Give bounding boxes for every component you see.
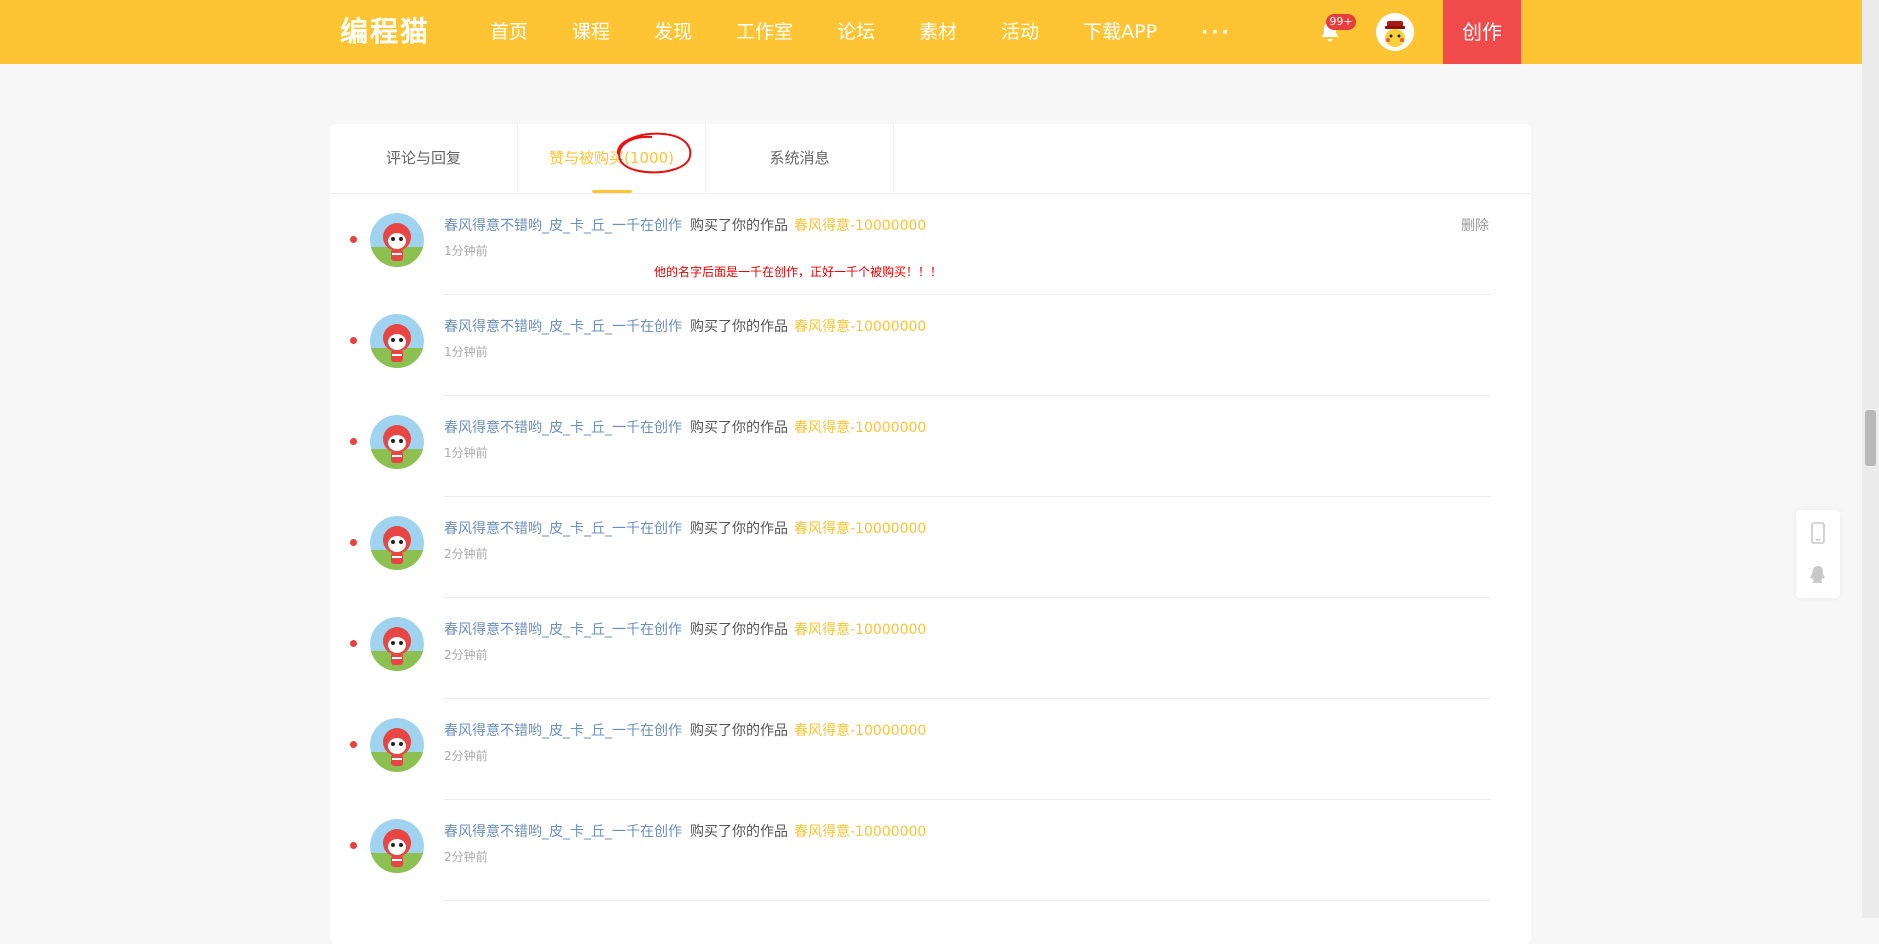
message-time: 1分钟前 xyxy=(444,244,488,258)
work-link[interactable]: 春风得意-10000000 xyxy=(794,824,926,840)
nav-discover[interactable]: 发现 xyxy=(654,0,692,64)
cat-avatar-icon xyxy=(370,718,424,772)
message-time: 1分钟前 xyxy=(444,446,488,460)
work-link[interactable]: 春风得意-10000000 xyxy=(794,622,926,638)
message-line: 春风得意不错哟_皮_卡_丘_一千在创作 购买了你的作品 春风得意-10000000 xyxy=(444,720,926,740)
list-item: 春风得意不错哟_皮_卡_丘_一千在创作 购买了你的作品 春风得意-10000000 … xyxy=(330,396,1531,497)
top-header: 编程猫 首页 课程 发现 工作室 论坛 素材 活动 下载APP ··· 99+ … xyxy=(0,0,1862,64)
sender-avatar[interactable] xyxy=(370,213,424,267)
list-item: 春风得意不错哟_皮_卡_丘_一千在创作 购买了你的作品 春风得意-10000000 … xyxy=(330,800,1531,901)
sender-name-link[interactable]: 春风得意不错哟_皮_卡_丘_一千在创作 xyxy=(444,723,682,739)
sender-avatar[interactable] xyxy=(370,718,424,772)
unread-dot xyxy=(350,640,357,647)
nav-home[interactable]: 首页 xyxy=(490,0,528,64)
tab-comments-replies[interactable]: 评论与回复 xyxy=(330,124,518,193)
message-time: 2分钟前 xyxy=(444,648,488,662)
cat-avatar-icon xyxy=(370,819,424,873)
message-action: 购买了你的作品 xyxy=(690,420,788,436)
cat-avatar-icon xyxy=(370,314,424,368)
message-line: 春风得意不错哟_皮_卡_丘_一千在创作 购买了你的作品 春风得意-10000000 xyxy=(444,215,926,235)
mobile-icon[interactable] xyxy=(1808,522,1828,544)
unread-dot xyxy=(350,741,357,748)
sender-avatar[interactable] xyxy=(370,314,424,368)
message-action: 购买了你的作品 xyxy=(690,723,788,739)
create-button[interactable]: 创作 xyxy=(1443,0,1521,64)
nav-materials[interactable]: 素材 xyxy=(919,0,957,64)
work-link[interactable]: 春风得意-10000000 xyxy=(794,218,926,234)
sender-name-link[interactable]: 春风得意不错哟_皮_卡_丘_一千在创作 xyxy=(444,420,682,436)
sender-avatar[interactable] xyxy=(370,415,424,469)
unread-dot xyxy=(350,842,357,849)
unread-dot xyxy=(350,236,357,243)
divider xyxy=(444,900,1491,901)
unread-dot xyxy=(350,337,357,344)
notification-badge: 99+ xyxy=(1326,14,1356,30)
message-line: 春风得意不错哟_皮_卡_丘_一千在创作 购买了你的作品 春风得意-10000000 xyxy=(444,316,926,336)
nav-studio[interactable]: 工作室 xyxy=(736,0,793,64)
sender-name-link[interactable]: 春风得意不错哟_皮_卡_丘_一千在创作 xyxy=(444,319,682,335)
message-time: 2分钟前 xyxy=(444,749,488,763)
work-link[interactable]: 春风得意-10000000 xyxy=(794,319,926,335)
qq-icon[interactable] xyxy=(1808,564,1828,586)
nav-events[interactable]: 活动 xyxy=(1001,0,1039,64)
user-avatar[interactable] xyxy=(1376,13,1414,51)
work-link[interactable]: 春风得意-10000000 xyxy=(794,420,926,436)
sender-name-link[interactable]: 春风得意不错哟_皮_卡_丘_一千在创作 xyxy=(444,521,682,537)
message-action: 购买了你的作品 xyxy=(690,824,788,840)
message-action: 购买了你的作品 xyxy=(690,218,788,234)
unread-dot xyxy=(350,539,357,546)
message-line: 春风得意不错哟_皮_卡_丘_一千在创作 购买了你的作品 春风得意-10000000 xyxy=(444,417,926,437)
sender-avatar[interactable] xyxy=(370,819,424,873)
nav-download-app[interactable]: 下载APP xyxy=(1083,0,1157,64)
list-item: 春风得意不错哟_皮_卡_丘_一千在创作 购买了你的作品 春风得意-10000000 … xyxy=(330,699,1531,800)
message-action: 购买了你的作品 xyxy=(690,521,788,537)
pikachu-avatar-icon xyxy=(1376,13,1414,51)
site-logo[interactable]: 编程猫 xyxy=(340,12,430,52)
work-link[interactable]: 春风得意-10000000 xyxy=(794,723,926,739)
message-list: 春风得意不错哟_皮_卡_丘_一千在创作 购买了你的作品 春风得意-10000000 … xyxy=(330,194,1531,901)
cat-avatar-icon xyxy=(370,516,424,570)
message-line: 春风得意不错哟_皮_卡_丘_一千在创作 购买了你的作品 春风得意-10000000 xyxy=(444,821,926,841)
message-time: 1分钟前 xyxy=(444,345,488,359)
red-annotation-circle xyxy=(616,132,692,174)
sender-avatar[interactable] xyxy=(370,516,424,570)
nav-forum[interactable]: 论坛 xyxy=(837,0,875,64)
message-time: 2分钟前 xyxy=(444,547,488,561)
message-line: 春风得意不错哟_皮_卡_丘_一千在创作 购买了你的作品 春风得意-10000000 xyxy=(444,619,926,639)
list-item: 春风得意不错哟_皮_卡_丘_一千在创作 购买了你的作品 春风得意-10000000 … xyxy=(330,598,1531,699)
sender-name-link[interactable]: 春风得意不错哟_皮_卡_丘_一千在创作 xyxy=(444,824,682,840)
unread-dot xyxy=(350,438,357,445)
message-tabs: 评论与回复 赞与被购买(1000) 系统消息 xyxy=(330,124,1531,194)
scrollbar-thumb[interactable] xyxy=(1865,410,1876,466)
sender-name-link[interactable]: 春风得意不错哟_皮_卡_丘_一千在创作 xyxy=(444,218,682,234)
cat-avatar-icon xyxy=(370,415,424,469)
delete-button[interactable]: 删除 xyxy=(1461,215,1489,235)
cat-avatar-icon xyxy=(370,617,424,671)
side-float-bar xyxy=(1796,510,1840,598)
main-nav: 首页 课程 发现 工作室 论坛 素材 活动 下载APP ··· xyxy=(490,0,1276,64)
annotation-note: 他的名字后面是一千在创作，正好一千个被购买！！！ xyxy=(654,265,943,279)
message-action: 购买了你的作品 xyxy=(690,622,788,638)
message-action: 购买了你的作品 xyxy=(690,319,788,335)
message-line: 春风得意不错哟_皮_卡_丘_一千在创作 购买了你的作品 春风得意-10000000 xyxy=(444,518,926,538)
work-link[interactable]: 春风得意-10000000 xyxy=(794,521,926,537)
list-item: 春风得意不错哟_皮_卡_丘_一千在创作 购买了你的作品 春风得意-10000000 … xyxy=(330,497,1531,598)
list-item: 春风得意不错哟_皮_卡_丘_一千在创作 购买了你的作品 春风得意-10000000 … xyxy=(330,295,1531,396)
sender-name-link[interactable]: 春风得意不错哟_皮_卡_丘_一千在创作 xyxy=(444,622,682,638)
nav-more-button[interactable]: ··· xyxy=(1201,0,1232,64)
sender-avatar[interactable] xyxy=(370,617,424,671)
nav-courses[interactable]: 课程 xyxy=(572,0,610,64)
messages-panel: 评论与回复 赞与被购买(1000) 系统消息 春风得意不错哟_皮_卡_丘_一千在… xyxy=(330,124,1531,944)
message-time: 2分钟前 xyxy=(444,850,488,864)
page-scrollbar[interactable] xyxy=(1862,0,1879,918)
tab-system-messages[interactable]: 系统消息 xyxy=(706,124,894,193)
cat-avatar-icon xyxy=(370,213,424,267)
